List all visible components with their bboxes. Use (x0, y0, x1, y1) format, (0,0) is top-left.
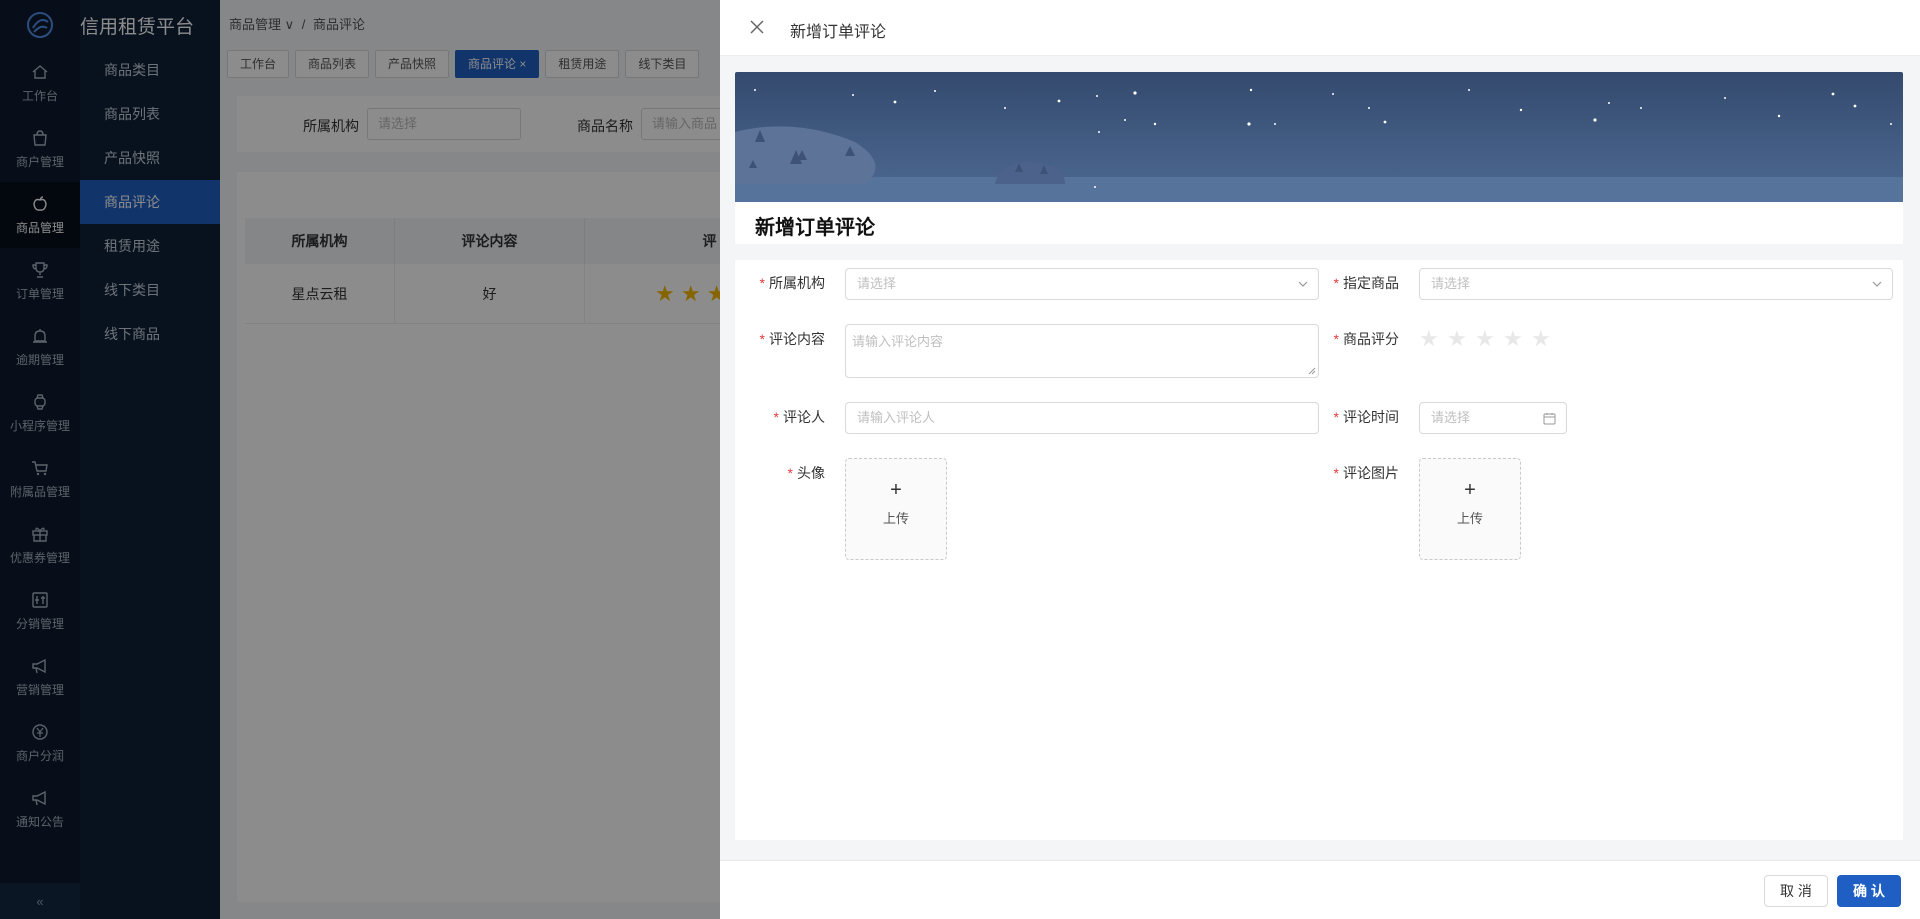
product-label-text: 指定商品 (1343, 275, 1399, 291)
rating-star-icon[interactable]: ★ (1419, 326, 1439, 352)
banner-card: 新增订单评论 (735, 72, 1903, 244)
avatar-upload-text: 上传 (882, 511, 909, 526)
time-label: * 评论时间 (1309, 407, 1399, 427)
required-mark: * (1333, 275, 1339, 291)
avatar-upload[interactable]: + 上传 (845, 458, 947, 560)
required-mark: * (773, 409, 779, 425)
drawer-body: 新增订单评论 * 所属机构 请选择 * 指定商品 请选择 * 评论内容 请输入评… (720, 56, 1920, 860)
content-label-text: 评论内容 (769, 331, 825, 347)
required-mark: * (759, 275, 765, 291)
confirm-button[interactable]: 确 认 (1837, 875, 1901, 907)
images-label: * 评论图片 (1309, 463, 1399, 483)
card-title: 新增订单评论 (755, 217, 875, 239)
reviewer-input[interactable]: 请输入评论人 (845, 402, 1319, 434)
required-mark: * (759, 331, 765, 347)
night-sky-banner (735, 72, 1903, 202)
images-upload-text: 上传 (1456, 511, 1483, 526)
rating-label-text: 商品评分 (1343, 331, 1399, 347)
content-textarea[interactable]: 请输入评论内容 (845, 324, 1319, 378)
reviewer-placeholder: 请输入评论人 (857, 410, 936, 425)
avatar-label: * 头像 (735, 463, 825, 483)
product-select[interactable]: 请选择 (1419, 268, 1893, 300)
rating-star-icon[interactable]: ★ (1531, 326, 1551, 352)
rating-star-icon[interactable]: ★ (1475, 326, 1495, 352)
comment-form: * 所属机构 请选择 * 指定商品 请选择 * 评论内容 请输入评论内容 * 商… (735, 260, 1903, 840)
rating-star-icon[interactable]: ★ (1447, 326, 1467, 352)
add-comment-drawer: 新增订单评论 新增订单评论 * 所属机构 请选择 * 指定商品 请选择 * 评论… (720, 0, 1920, 919)
required-mark: * (1333, 409, 1339, 425)
rating-star-icon[interactable]: ★ (1503, 326, 1523, 352)
required-mark: * (787, 465, 793, 481)
rating-label: * 商品评分 (1309, 329, 1399, 349)
reviewer-label: * 评论人 (735, 407, 825, 427)
org-label-text: 所属机构 (769, 275, 825, 291)
org-label: * 所属机构 (735, 273, 825, 293)
org-select[interactable]: 请选择 (845, 268, 1319, 300)
drawer-footer: 取 消 确 认 (720, 860, 1920, 919)
content-placeholder: 请输入评论内容 (852, 334, 944, 349)
plus-icon: + (890, 479, 902, 501)
avatar-label-text: 头像 (797, 465, 825, 481)
reviewer-label-text: 评论人 (783, 409, 825, 425)
close-icon[interactable] (748, 18, 766, 36)
product-label: * 指定商品 (1309, 273, 1399, 293)
cancel-button[interactable]: 取 消 (1764, 875, 1828, 907)
plus-icon: + (1464, 479, 1476, 501)
required-mark: * (1333, 465, 1339, 481)
product-placeholder: 请选择 (1431, 276, 1471, 291)
time-label-text: 评论时间 (1343, 409, 1399, 425)
drawer-title: 新增订单评论 (790, 24, 887, 41)
chevron-down-icon (1872, 281, 1882, 287)
chevron-down-icon (1298, 281, 1308, 287)
time-placeholder: 请选择 (1431, 410, 1471, 425)
images-label-text: 评论图片 (1343, 465, 1399, 481)
drawer-header: 新增订单评论 (720, 0, 1920, 56)
content-label: * 评论内容 (735, 329, 825, 349)
time-picker[interactable]: 请选择 (1419, 402, 1567, 434)
resize-handle-icon[interactable] (1308, 367, 1316, 375)
required-mark: * (1333, 331, 1339, 347)
calendar-icon (1543, 413, 1556, 425)
org-placeholder: 请选择 (857, 276, 897, 291)
images-upload[interactable]: + 上传 (1419, 458, 1521, 560)
